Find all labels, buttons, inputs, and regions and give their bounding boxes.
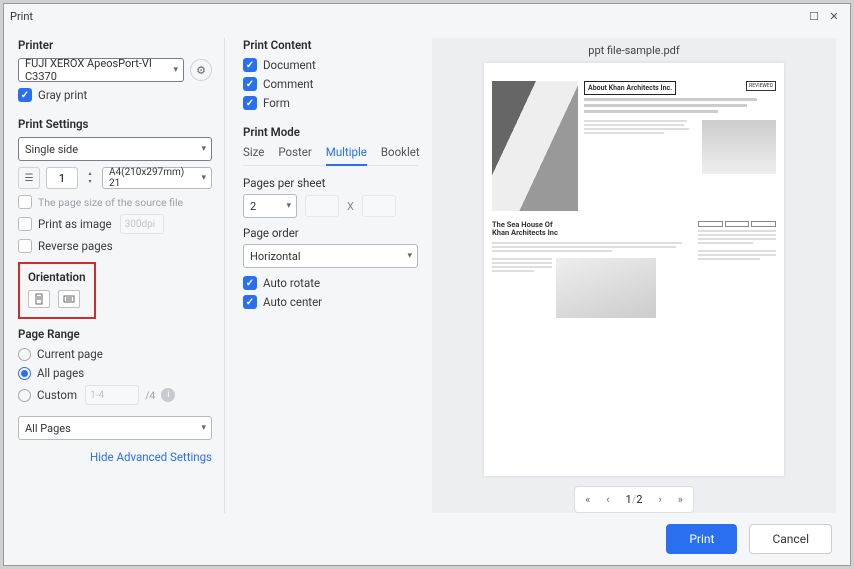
checkbox-empty-icon <box>18 239 32 253</box>
preview-pager: « ‹ 1/2 › » <box>574 486 694 514</box>
tab-multiple[interactable]: Multiple <box>326 145 367 166</box>
document-checkbox[interactable]: ✓Document <box>243 58 418 72</box>
checkbox-checked-icon: ✓ <box>243 96 257 110</box>
pages-per-sheet-select[interactable]: 2 ▾ <box>243 194 297 218</box>
page-subset-select[interactable]: All Pages ▾ <box>18 416 212 440</box>
gray-print-checkbox[interactable]: ✓ Gray print <box>18 88 212 102</box>
portrait-icon <box>33 293 45 305</box>
printer-heading: Printer <box>18 38 212 52</box>
print-settings-heading: Print Settings <box>18 117 212 131</box>
dpi-input: 300dpi <box>120 214 164 234</box>
hide-advanced-link[interactable]: Hide Advanced Settings <box>18 450 212 464</box>
radio-empty-icon <box>18 389 31 402</box>
landscape-icon <box>63 293 75 305</box>
page-range-heading: Page Range <box>18 327 212 341</box>
close-icon[interactable]: ✕ <box>824 6 844 26</box>
orientation-landscape-button[interactable] <box>58 290 80 308</box>
slide2-title2: Khan Architects Inc <box>492 229 692 237</box>
chevron-down-icon: ▾ <box>201 173 206 183</box>
orientation-heading: Orientation <box>28 270 86 284</box>
paper-select[interactable]: A4(210x297mm) 21 ▾ <box>102 167 212 189</box>
pager-next-icon[interactable]: › <box>658 493 661 506</box>
window-title: Print <box>10 10 33 23</box>
orientation-portrait-button[interactable] <box>28 290 50 308</box>
copies-stepper[interactable]: ▴▾ <box>84 170 96 186</box>
slide1-badge: REVIEWED <box>746 81 776 91</box>
print-content-heading: Print Content <box>243 38 418 52</box>
printer-selected: FUJI XEROX ApeosPort-VI C3370 <box>25 57 163 83</box>
chevron-down-icon: ▾ <box>407 251 412 261</box>
tab-poster[interactable]: Poster <box>278 145 311 161</box>
radio-empty-icon <box>18 348 31 361</box>
slide1-title: About Khan Architects Inc. <box>584 81 676 95</box>
chevron-down-icon: ▾ <box>201 423 206 433</box>
print-button[interactable]: Print <box>666 524 737 554</box>
preview-slide-1: About Khan Architects Inc. REVIEWED <box>492 81 776 211</box>
checkbox-empty-icon <box>18 195 32 209</box>
comment-checkbox[interactable]: ✓Comment <box>243 77 418 91</box>
pager-prev-icon[interactable]: ‹ <box>606 493 609 506</box>
checkbox-empty-icon <box>18 217 32 231</box>
tab-size[interactable]: Size <box>243 145 264 161</box>
collate-icon: ☰ <box>25 173 34 184</box>
print-as-image-checkbox[interactable]: Print as image 300dpi <box>18 214 212 234</box>
chevron-down-icon: ▾ <box>173 65 178 75</box>
pages-per-sheet-label: Pages per sheet <box>243 176 418 190</box>
custom-range-input[interactable]: 1-4 <box>85 385 139 405</box>
print-dialog: Print ☐ ✕ Printer FUJI XEROX ApeosPort-V… <box>3 3 851 566</box>
grid-rows-input <box>362 195 396 217</box>
orientation-section: Orientation <box>18 262 96 319</box>
copies-input[interactable]: 1 <box>46 167 78 189</box>
gear-icon: ⚙ <box>196 64 206 77</box>
duplex-select[interactable]: Single side ▾ <box>18 137 212 161</box>
pager-first-icon[interactable]: « <box>585 493 590 506</box>
pager-last-icon[interactable]: » <box>678 493 683 506</box>
current-page-radio[interactable]: Current page <box>18 347 212 361</box>
auto-center-checkbox[interactable]: ✓Auto center <box>243 295 418 309</box>
collate-button[interactable]: ☰ <box>18 167 40 189</box>
grid-cols-input <box>305 195 339 217</box>
preview-page: About Khan Architects Inc. REVIEWED <box>484 63 784 476</box>
printer-select[interactable]: FUJI XEROX ApeosPort-VI C3370 ▾ <box>18 58 184 82</box>
preview-slide-2: The Sea House Of Khan Architects Inc <box>492 221 776 318</box>
radio-selected-icon <box>18 367 31 380</box>
tab-booklet[interactable]: Booklet <box>381 145 420 161</box>
preview-filename: ppt file-sample.pdf <box>588 44 679 57</box>
titlebar: Print ☐ ✕ <box>4 4 850 28</box>
maximize-icon[interactable]: ☐ <box>804 6 824 26</box>
all-pages-radio[interactable]: All pages <box>18 366 212 380</box>
print-mode-tabs: Size Poster Multiple Booklet <box>243 145 418 166</box>
chevron-down-icon: ▾ <box>286 201 291 211</box>
dialog-footer: Print Cancel <box>4 513 850 565</box>
form-checkbox[interactable]: ✓Form <box>243 96 418 110</box>
printer-properties-button[interactable]: ⚙ <box>190 59 212 81</box>
info-icon: i <box>161 388 175 402</box>
page-order-select[interactable]: Horizontal ▾ <box>243 244 418 268</box>
checkbox-checked-icon: ✓ <box>18 88 32 102</box>
chevron-down-icon: ▾ <box>201 144 206 154</box>
cancel-button[interactable]: Cancel <box>749 524 832 554</box>
checkbox-checked-icon: ✓ <box>243 276 257 290</box>
print-mode-heading: Print Mode <box>243 125 418 139</box>
auto-rotate-checkbox[interactable]: ✓Auto rotate <box>243 276 418 290</box>
checkbox-checked-icon: ✓ <box>243 58 257 72</box>
page-order-label: Page order <box>243 226 418 240</box>
checkbox-checked-icon: ✓ <box>243 295 257 309</box>
reverse-pages-checkbox[interactable]: Reverse pages <box>18 239 212 253</box>
checkbox-checked-icon: ✓ <box>243 77 257 91</box>
source-file-size-checkbox[interactable]: The page size of the source file <box>18 195 212 209</box>
custom-range-radio[interactable]: Custom 1-4 /4 i <box>18 385 212 405</box>
